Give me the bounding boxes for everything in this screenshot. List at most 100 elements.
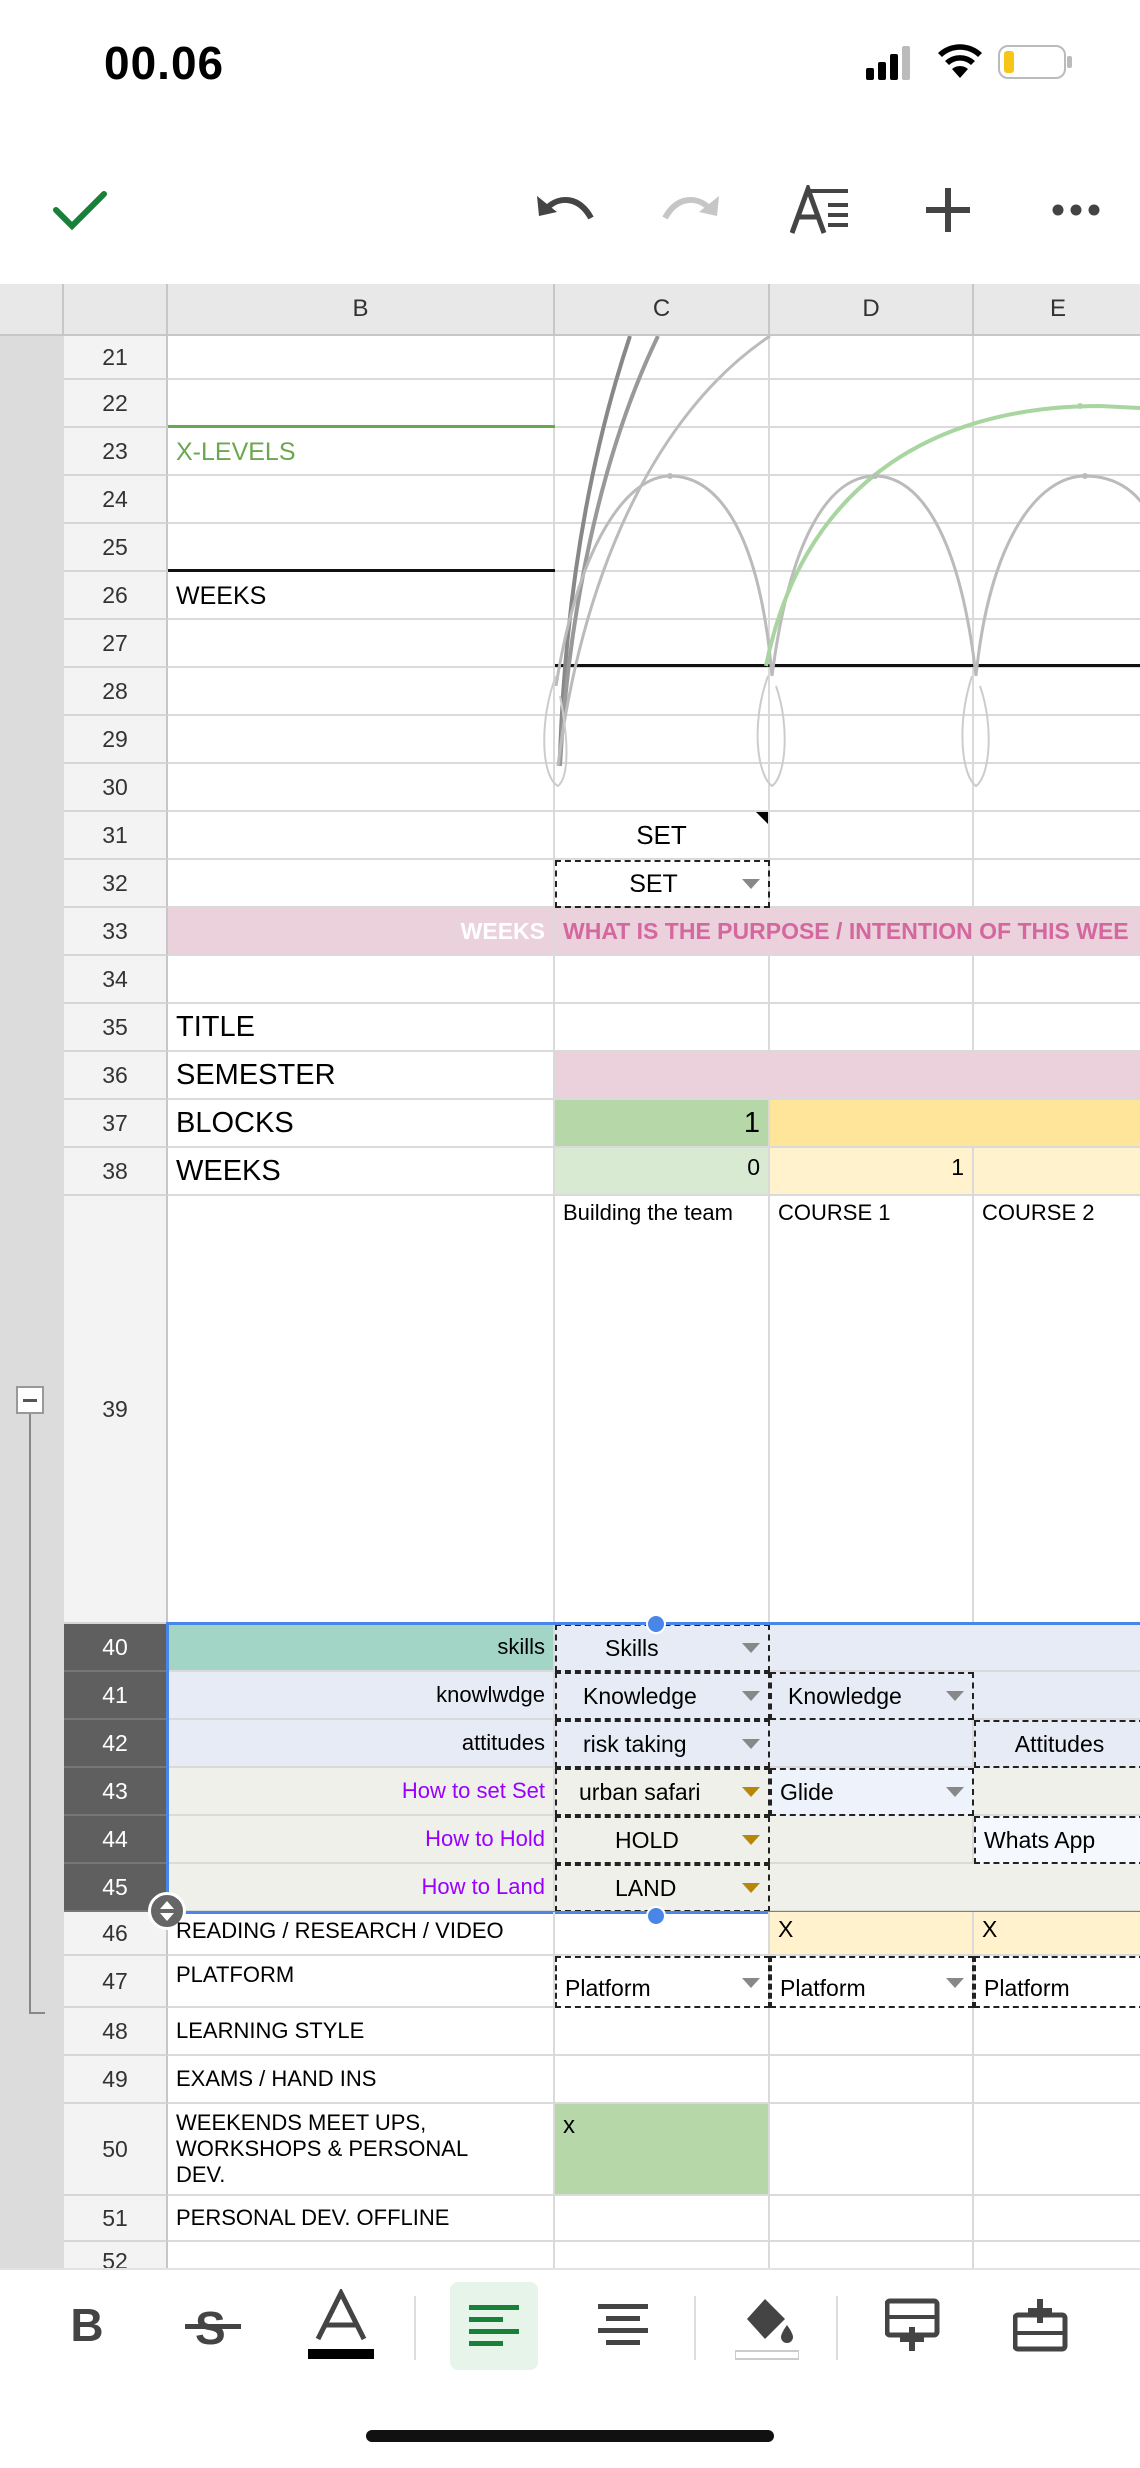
row-header-27[interactable]: 27: [64, 620, 168, 668]
bold-icon[interactable]: B: [44, 2282, 130, 2368]
row-header-22[interactable]: 22: [64, 380, 168, 428]
cell-c38-text: 0: [747, 1154, 760, 1180]
row-header-30[interactable]: 30: [64, 764, 168, 812]
cell-d37[interactable]: [770, 1100, 1140, 1148]
cell-c47-dropdown[interactable]: Platform: [555, 1956, 770, 2008]
collapse-group-button[interactable]: [16, 1386, 44, 1414]
spreadsheet-grid[interactable]: B C D E 21 22 23 24 25 26 27 28 29 30 31…: [0, 284, 1140, 2270]
cell-c49[interactable]: [555, 2056, 1140, 2104]
dropdown-arrow-icon[interactable]: [742, 1978, 760, 1988]
cell-e38[interactable]: [974, 1148, 1140, 1196]
cell-d38[interactable]: 1: [770, 1148, 974, 1196]
align-center-icon[interactable]: [580, 2282, 666, 2368]
cell-b37[interactable]: BLOCKS: [168, 1100, 555, 1148]
cell-c36[interactable]: [555, 1052, 1140, 1100]
text-color-icon[interactable]: [298, 2282, 384, 2368]
row-header-52[interactable]: 52: [64, 2242, 168, 2270]
row-header-33[interactable]: 33: [64, 908, 168, 956]
cell-b38[interactable]: WEEKS: [168, 1148, 555, 1196]
cell-d39[interactable]: COURSE 1: [770, 1196, 974, 1624]
row-header-34[interactable]: 34: [64, 956, 168, 1004]
more-icon[interactable]: [1036, 170, 1116, 250]
row-header-50[interactable]: 50: [64, 2104, 168, 2196]
column-header-e[interactable]: E: [974, 284, 1140, 336]
cell-c48[interactable]: [555, 2008, 1140, 2056]
row-header-38[interactable]: 38: [64, 1148, 168, 1196]
cell-b33-text: WEEKS: [460, 917, 545, 944]
cell-d46[interactable]: X: [770, 1912, 974, 1956]
cell-b49[interactable]: EXAMS / HAND INS: [168, 2056, 555, 2104]
fill-color-icon[interactable]: [724, 2282, 810, 2368]
cell-c37[interactable]: 1: [555, 1100, 770, 1148]
strikethrough-icon[interactable]: S: [170, 2282, 256, 2368]
group-line: [29, 1414, 31, 2014]
undo-icon[interactable]: [524, 170, 604, 250]
row-header-42[interactable]: 42: [64, 1720, 168, 1768]
row-header-43[interactable]: 43: [64, 1768, 168, 1816]
corner-header[interactable]: [0, 284, 64, 336]
row-header-47[interactable]: 47: [64, 1956, 168, 2008]
cell-c38[interactable]: 0: [555, 1148, 770, 1196]
cell-c51[interactable]: [555, 2196, 1140, 2242]
selection-range[interactable]: [166, 1622, 1140, 1914]
row-header-48[interactable]: 48: [64, 2008, 168, 2056]
cell-e47-text: Platform: [984, 1975, 1070, 2001]
text-format-icon[interactable]: [780, 170, 860, 250]
row-header-44[interactable]: 44: [64, 1816, 168, 1864]
row-header-21[interactable]: 21: [64, 336, 168, 380]
row-header-24[interactable]: 24: [64, 476, 168, 524]
cell-c33[interactable]: WHAT IS THE PURPOSE / INTENTION OF THIS …: [555, 908, 1140, 956]
cell-b50[interactable]: WEEKENDS MEET UPS, WORKSHOPS & PERSONAL …: [168, 2104, 555, 2196]
row-header-31[interactable]: 31: [64, 812, 168, 860]
cell-e46[interactable]: X: [974, 1912, 1140, 1956]
dropdown-arrow-icon[interactable]: [742, 879, 760, 889]
row-header-39[interactable]: 39: [64, 1196, 168, 1624]
cell-e39[interactable]: COURSE 2: [974, 1196, 1140, 1624]
selection-handle-top[interactable]: [646, 1614, 666, 1634]
cell-b48[interactable]: LEARNING STYLE: [168, 2008, 555, 2056]
status-time: 00.06: [104, 37, 225, 89]
cell-b50-line1: WEEKENDS MEET UPS,: [176, 2110, 427, 2135]
row-header-28[interactable]: 28: [64, 668, 168, 716]
battery-icon: [998, 44, 1074, 80]
row-header-25[interactable]: 25: [64, 524, 168, 572]
cell-b51[interactable]: PERSONAL DEV. OFFLINE: [168, 2196, 555, 2242]
cell-b33[interactable]: WEEKS: [168, 908, 555, 956]
row-header-26[interactable]: 26: [64, 572, 168, 620]
row-header-37[interactable]: 37: [64, 1100, 168, 1148]
cell-c50[interactable]: x: [555, 2104, 770, 2196]
plus-icon[interactable]: [908, 170, 988, 250]
cell-b26[interactable]: WEEKS: [168, 572, 555, 620]
row-header-51[interactable]: 51: [64, 2196, 168, 2242]
cell-c46[interactable]: [555, 1912, 770, 1956]
column-header-b[interactable]: B: [168, 284, 555, 336]
column-header-c[interactable]: C: [555, 284, 770, 336]
cell-c39[interactable]: Building the team: [555, 1196, 770, 1624]
cell-e47-dropdown[interactable]: Platform: [974, 1956, 1140, 2008]
cell-d47-dropdown[interactable]: Platform: [770, 1956, 974, 2008]
corner-header-rows[interactable]: [64, 284, 168, 336]
cell-c32-dropdown[interactable]: SET: [555, 860, 770, 908]
row-header-23[interactable]: 23: [64, 428, 168, 476]
cell-d50[interactable]: [770, 2104, 1140, 2196]
check-icon[interactable]: [40, 170, 120, 250]
row-header-29[interactable]: 29: [64, 716, 168, 764]
cell-b23[interactable]: X-LEVELS: [168, 428, 555, 476]
insert-row-above-icon[interactable]: [870, 2282, 956, 2368]
row-header-36[interactable]: 36: [64, 1052, 168, 1100]
row-header-35[interactable]: 35: [64, 1004, 168, 1052]
row-header-32[interactable]: 32: [64, 860, 168, 908]
cell-b47[interactable]: PLATFORM: [168, 1956, 555, 2008]
row-header-41[interactable]: 41: [64, 1672, 168, 1720]
cell-c31[interactable]: SET: [555, 812, 770, 860]
dropdown-arrow-icon[interactable]: [946, 1978, 964, 1988]
cell-b35[interactable]: TITLE: [168, 1004, 555, 1052]
cell-b36[interactable]: SEMESTER: [168, 1052, 555, 1100]
column-header-d[interactable]: D: [770, 284, 974, 336]
insert-row-below-icon[interactable]: [998, 2282, 1084, 2368]
row-header-40[interactable]: 40: [64, 1624, 168, 1672]
redo-icon[interactable]: [652, 170, 732, 250]
align-left-icon[interactable]: [450, 2282, 538, 2370]
cell-b46[interactable]: READING / RESEARCH / VIDEO: [168, 1912, 555, 1956]
row-header-49[interactable]: 49: [64, 2056, 168, 2104]
